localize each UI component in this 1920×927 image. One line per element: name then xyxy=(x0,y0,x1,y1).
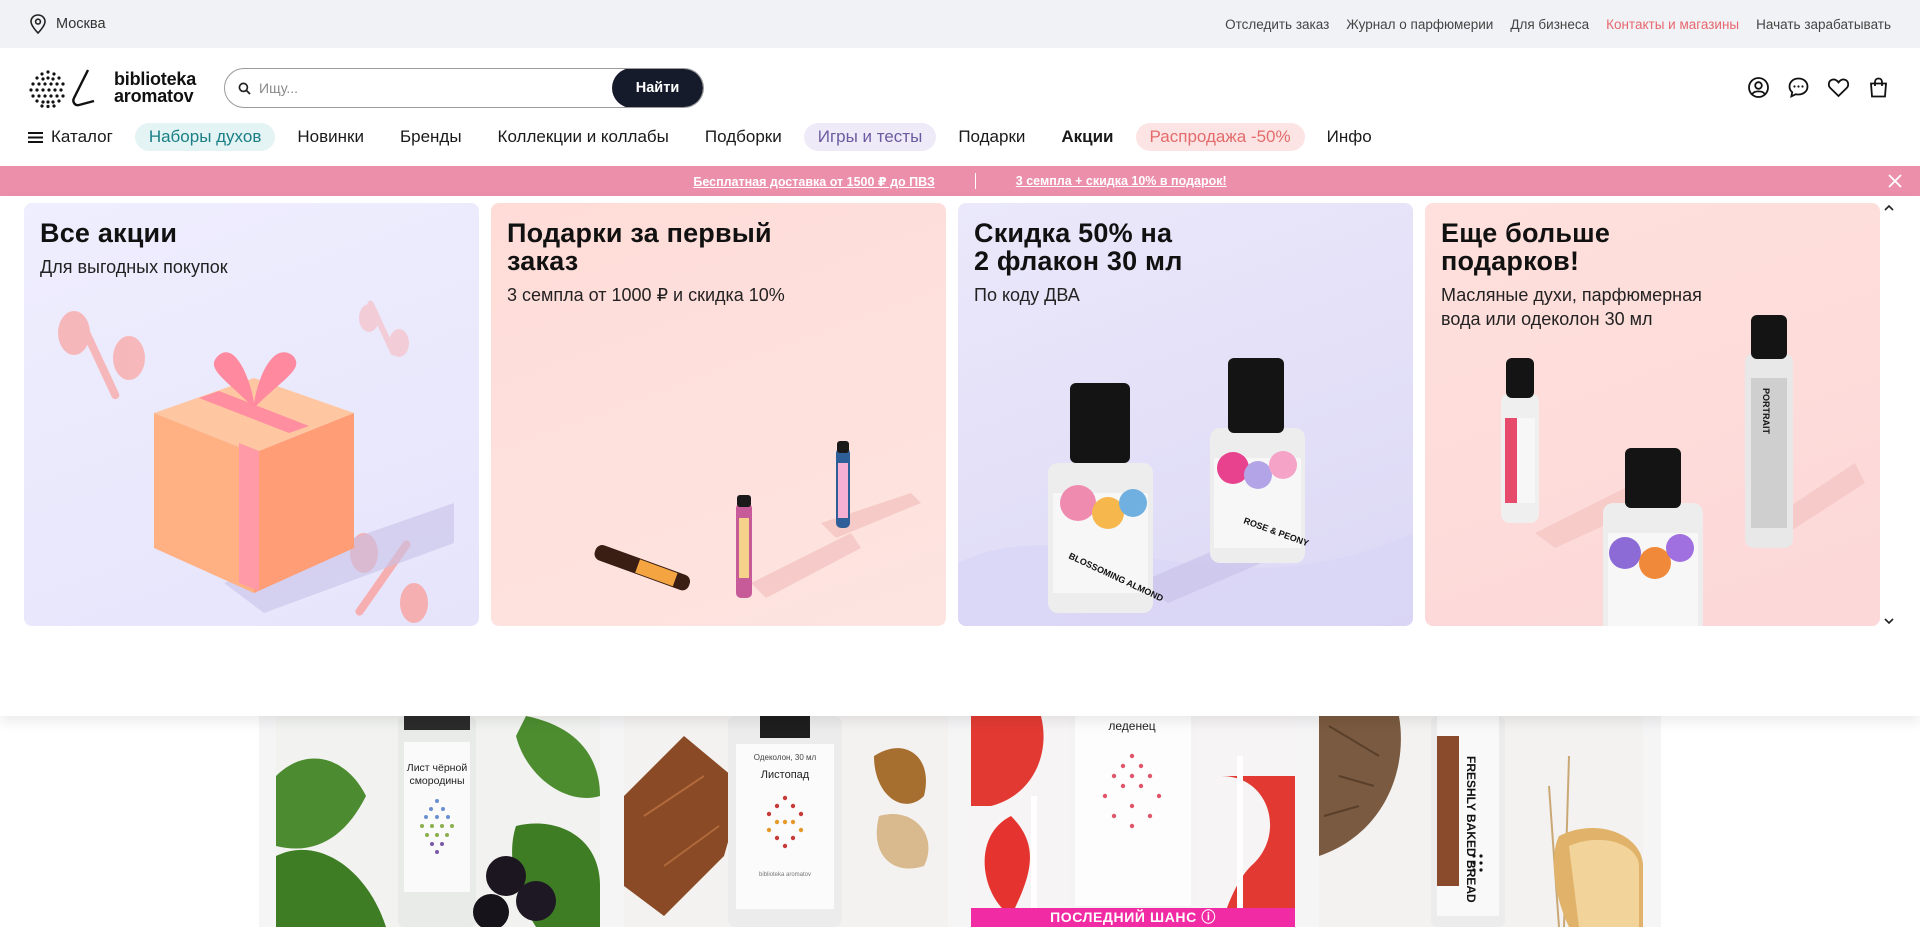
account-icon[interactable] xyxy=(1747,76,1770,99)
search-bar: Найти xyxy=(224,68,704,108)
card-title: Еще больше подарков! xyxy=(1441,219,1610,275)
header-actions xyxy=(1747,76,1890,99)
product-image: FRESHLY BAKED BREAD xyxy=(1319,716,1643,927)
card-title-line-1: Скидка 50% на xyxy=(974,218,1173,248)
location-pin-icon xyxy=(30,14,46,34)
nav-info[interactable]: Инфо xyxy=(1313,123,1386,151)
favorites-icon[interactable] xyxy=(1827,76,1850,99)
top-bar: Москва Отследить заказ Журнал о парфюмер… xyxy=(0,0,1920,48)
search-input[interactable] xyxy=(251,80,612,96)
promo-card-more-gifts[interactable]: PORTRAIT Еще больше подарков! Масляные ду… xyxy=(1425,203,1880,626)
menu-icon xyxy=(28,131,43,143)
product-card[interactable]: FRESHLY BAKED BREAD xyxy=(1319,716,1643,927)
nav-sale[interactable]: Распродажа -50% xyxy=(1135,123,1305,151)
product-image: Лист чёрной смородины xyxy=(276,716,600,927)
card-subtitle-line-2: вода или одеколон 30 мл xyxy=(1441,309,1653,329)
card-subtitle-line-1: Масляные духи, парфюмерная xyxy=(1441,285,1702,305)
card-title-line-1: Еще больше xyxy=(1441,218,1611,248)
header: biblioteka aromatov Найти Каталог Наборы… xyxy=(0,48,1920,165)
start-earning-link[interactable]: Начать зарабатывать xyxy=(1756,17,1891,32)
search-icon xyxy=(238,82,251,95)
card-subtitle: 3 семпла от 1000 ₽ и скидка 10% xyxy=(507,285,785,305)
city-name: Москва xyxy=(56,16,106,32)
card-subtitle: По коду ДВА xyxy=(974,285,1080,305)
promo-divider xyxy=(974,173,976,189)
svg-text:biblioteka aromatov: biblioteka aromatov xyxy=(759,872,811,878)
last-chance-badge: ПОСЛЕДНИЙ ШАНС ⓘ xyxy=(971,908,1295,927)
chevron-down-icon[interactable] xyxy=(1882,614,1896,628)
product-image: Одеколон, 30 мл Листопад biblioteka arom… xyxy=(624,716,929,927)
nav-perfume-sets[interactable]: Наборы духов xyxy=(134,123,276,151)
nav-games[interactable]: Игры и тесты xyxy=(803,123,937,151)
product-grid: Лист чёрной смородины Одеколон, 30 мл Ли… xyxy=(259,716,1661,927)
journal-link[interactable]: Журнал о парфюмерии xyxy=(1346,17,1493,32)
logo[interactable]: biblioteka aromatov xyxy=(28,68,196,108)
search-button[interactable]: Найти xyxy=(612,69,703,107)
city-selector[interactable]: Москва xyxy=(29,14,106,34)
logo-mark-icon xyxy=(29,69,95,108)
card-title: Подарки за первый заказ xyxy=(507,219,772,275)
main-nav: Каталог Наборы духов Новинки Бренды Колл… xyxy=(28,122,1394,152)
card-title: Все акции xyxy=(40,218,178,248)
track-order-link[interactable]: Отследить заказ xyxy=(1225,17,1329,32)
card-title-line-2: подарков! xyxy=(1441,246,1580,276)
logo-line-2: aromatov xyxy=(114,86,194,106)
card-title-line-2: заказ xyxy=(507,246,579,276)
product-image: леденец xyxy=(971,716,1295,927)
product-label-line-2: смородины xyxy=(409,775,464,787)
promo-free-delivery[interactable]: Бесплатная доставка от 1500 ₽ до ПВЗ xyxy=(693,174,934,189)
product-label-top: Одеколон, 30 мл xyxy=(754,753,817,762)
nav-catalog-label: Каталог xyxy=(51,127,113,146)
product-label-line-1: Лист чёрной xyxy=(407,762,468,774)
product-card[interactable]: Одеколон, 30 мл Листопад biblioteka arom… xyxy=(624,716,948,927)
bottle-label: PORTRAIT xyxy=(1761,388,1771,435)
cart-icon[interactable] xyxy=(1867,76,1890,99)
promo-card-all-offers[interactable]: Все акции Для выгодных покупок xyxy=(24,203,479,626)
product-card[interactable]: леденец ПОСЛЕДНИЙ ШАНС ⓘ xyxy=(971,716,1295,927)
promo-card-first-order[interactable]: Подарки за первый заказ 3 семпла от 1000 … xyxy=(491,203,946,626)
product-label: FRESHLY BAKED BREAD xyxy=(1464,756,1478,903)
promotions-dropdown: Все акции Для выгодных покупок Подарки з… xyxy=(0,196,1920,716)
product-card[interactable]: Лист чёрной смородины xyxy=(276,716,600,927)
logo-wordmark: biblioteka aromatov xyxy=(114,70,196,106)
nav-new[interactable]: Новинки xyxy=(283,123,378,151)
contacts-link[interactable]: Контакты и магазины xyxy=(1606,17,1739,32)
close-icon[interactable] xyxy=(1886,172,1904,190)
card-subtitle: Масляные духи, парфюмерная вода или одеко… xyxy=(1441,283,1702,331)
promo-samples[interactable]: 3 семпла + скидка 10% в подарок! xyxy=(1016,174,1227,188)
card-title-line-2: 2 флакон 30 мл xyxy=(974,246,1183,276)
business-link[interactable]: Для бизнеса xyxy=(1510,17,1589,32)
chevron-up-icon[interactable] xyxy=(1882,201,1896,215)
card-subtitle: Для выгодных покупок xyxy=(40,257,228,277)
product-label: леденец xyxy=(1108,719,1155,733)
product-label: Листопад xyxy=(761,769,810,781)
nav-collections[interactable]: Коллекции и коллабы xyxy=(484,123,683,151)
nav-promotions[interactable]: Акции xyxy=(1047,123,1127,151)
nav-brands[interactable]: Бренды xyxy=(386,123,476,151)
card-title-line-1: Подарки за первый xyxy=(507,218,772,248)
nav-catalog[interactable]: Каталог xyxy=(28,123,127,151)
promo-card-second-bottle[interactable]: BLOSSOMING ALMOND ROSE & PEONY Скидка 50… xyxy=(958,203,1413,626)
promo-banner: Бесплатная доставка от 1500 ₽ до ПВЗ 3 с… xyxy=(0,166,1920,196)
chat-icon[interactable] xyxy=(1787,76,1810,99)
nav-gifts[interactable]: Подарки xyxy=(944,123,1039,151)
nav-selections[interactable]: Подборки xyxy=(691,123,796,151)
card-title: Скидка 50% на 2 флакон 30 мл xyxy=(974,219,1183,275)
